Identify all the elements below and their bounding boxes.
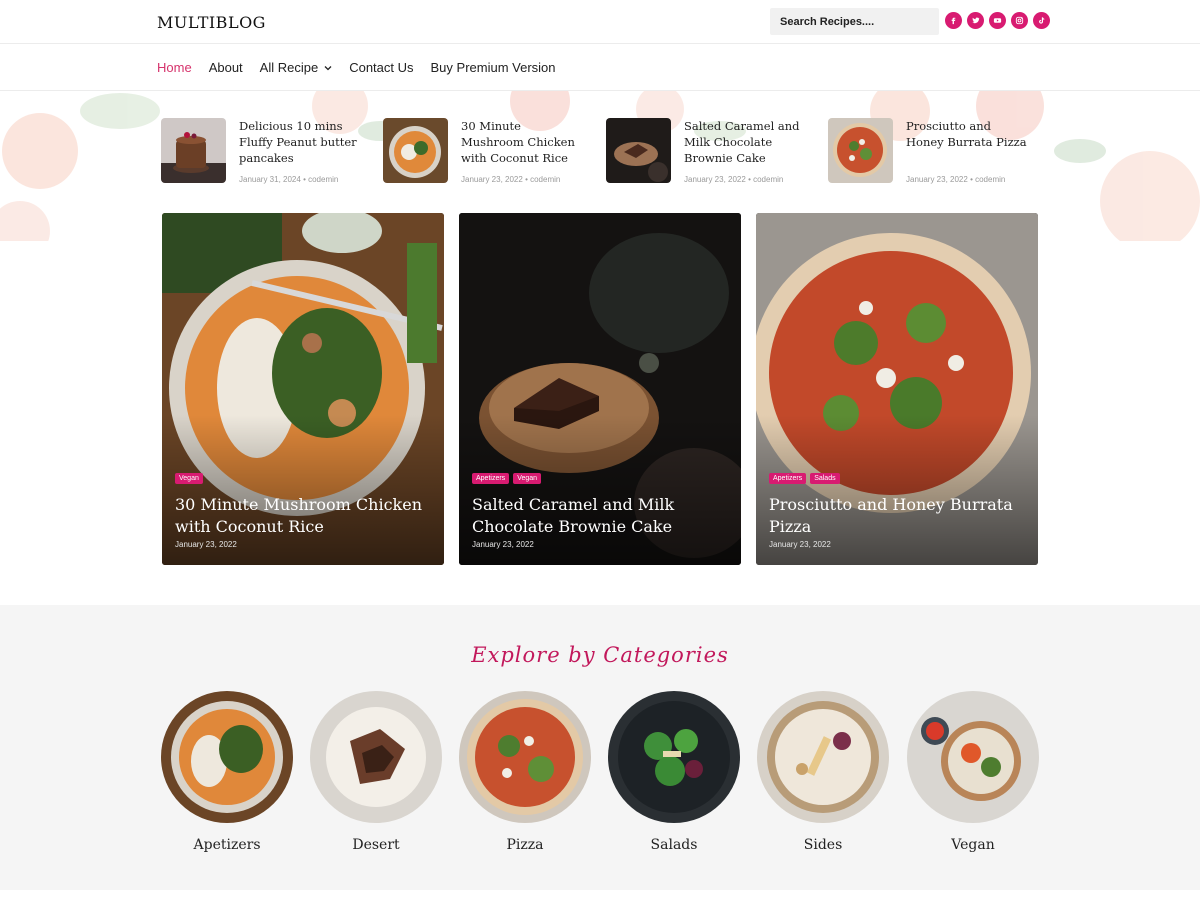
tag-badge[interactable]: Vegan	[513, 473, 542, 484]
post-meta: January 23, 2022 • codemin	[906, 175, 1005, 184]
post-thumbnail[interactable]	[383, 118, 448, 183]
post-author[interactable]: codemin	[753, 175, 783, 184]
card-title[interactable]: Salted Caramel and Milk Chocolate Browni…	[472, 494, 728, 538]
site-logo[interactable]: MULTIBLOG	[157, 13, 266, 32]
chevron-down-icon	[324, 65, 332, 70]
featured-card[interactable]: Apetizers Vegan Salted Caramel and Milk …	[459, 213, 741, 565]
post-author[interactable]: codemin	[530, 175, 560, 184]
post-title[interactable]: Salted Caramel and Milk Chocolate Browni…	[684, 118, 809, 166]
category-image[interactable]	[310, 691, 442, 823]
meta-separator: •	[525, 175, 528, 184]
post-meta: January 23, 2022 • codemin	[461, 175, 560, 184]
card-title[interactable]: 30 Minute Mushroom Chicken with Coconut …	[175, 494, 431, 538]
nav-contact-us[interactable]: Contact Us	[349, 60, 413, 75]
youtube-icon[interactable]	[989, 12, 1006, 29]
category-image[interactable]	[608, 691, 740, 823]
meta-separator: •	[748, 175, 751, 184]
category-image[interactable]	[161, 691, 293, 823]
recent-post[interactable]: Salted Caramel and Milk Chocolate Browni…	[606, 118, 816, 184]
category-label[interactable]: Apetizers	[161, 837, 293, 853]
tag-badge[interactable]: Apetizers	[472, 473, 510, 484]
category-item[interactable]: Pizza	[459, 691, 591, 853]
category-label[interactable]: Desert	[310, 837, 442, 853]
category-item[interactable]: Sides	[757, 691, 889, 853]
category-item[interactable]: Apetizers	[161, 691, 293, 853]
card-date: January 23, 2022	[769, 540, 831, 549]
nav-about[interactable]: About	[209, 60, 243, 75]
featured-card[interactable]: Apetizers Salads Prosciutto and Honey Bu…	[756, 213, 1038, 565]
recent-post[interactable]: Delicious 10 mins Fluffy Peanut butter p…	[161, 118, 371, 184]
main-nav: Home About All Recipe Contact Us Buy Pre…	[0, 44, 1200, 91]
categories-heading: Explore by Categories	[471, 643, 729, 667]
post-date: January 23, 2022	[461, 175, 523, 184]
nav-all-recipe[interactable]: All Recipe	[260, 60, 333, 75]
search-input[interactable]	[770, 8, 939, 35]
category-image[interactable]	[459, 691, 591, 823]
post-author[interactable]: codemin	[975, 175, 1005, 184]
post-date: January 23, 2022	[684, 175, 746, 184]
post-meta: January 23, 2022 • codemin	[684, 175, 783, 184]
recent-post[interactable]: Prosciutto and Honey Burrata Pizza Janua…	[828, 118, 1038, 184]
tag-badge[interactable]: Apetizers	[769, 473, 807, 484]
featured-card[interactable]: Vegan 30 Minute Mushroom Chicken with Co…	[162, 213, 444, 565]
nav-buy-premium[interactable]: Buy Premium Version	[431, 60, 556, 75]
twitter-icon[interactable]	[967, 12, 984, 29]
post-date: January 31, 2024	[239, 175, 301, 184]
category-label[interactable]: Salads	[608, 837, 740, 853]
nav-all-recipe-label: All Recipe	[259, 60, 319, 75]
recent-post[interactable]: 30 Minute Mushroom Chicken with Coconut …	[383, 118, 593, 184]
post-thumbnail[interactable]	[161, 118, 226, 183]
card-tags: Vegan	[175, 473, 203, 484]
category-item[interactable]: Desert	[310, 691, 442, 853]
category-label[interactable]: Pizza	[459, 837, 591, 853]
post-thumbnail[interactable]	[606, 118, 671, 183]
post-title[interactable]: Delicious 10 mins Fluffy Peanut butter p…	[239, 118, 364, 166]
card-title[interactable]: Prosciutto and Honey Burrata Pizza	[769, 494, 1025, 538]
social-links	[945, 12, 1050, 29]
meta-separator: •	[970, 175, 973, 184]
instagram-icon[interactable]	[1011, 12, 1028, 29]
category-image[interactable]	[757, 691, 889, 823]
tiktok-icon[interactable]	[1033, 12, 1050, 29]
card-date: January 23, 2022	[175, 540, 237, 549]
card-tags: Apetizers Vegan	[472, 473, 542, 484]
recent-posts-strip: Delicious 10 mins Fluffy Peanut butter p…	[161, 118, 1041, 188]
post-title[interactable]: Prosciutto and Honey Burrata Pizza	[906, 118, 1031, 150]
post-author[interactable]: codemin	[308, 175, 338, 184]
meta-separator: •	[303, 175, 306, 184]
card-date: January 23, 2022	[472, 540, 534, 549]
category-item[interactable]: Vegan	[907, 691, 1039, 853]
category-label[interactable]: Vegan	[907, 837, 1039, 853]
post-date: January 23, 2022	[906, 175, 968, 184]
top-header: MULTIBLOG	[0, 0, 1200, 44]
nav-home[interactable]: Home	[157, 60, 192, 75]
post-title[interactable]: 30 Minute Mushroom Chicken with Coconut …	[461, 118, 586, 166]
facebook-icon[interactable]	[945, 12, 962, 29]
category-label[interactable]: Sides	[757, 837, 889, 853]
categories-section: Explore by Categories Apetizers Desert P…	[0, 605, 1200, 890]
category-item[interactable]: Salads	[608, 691, 740, 853]
post-thumbnail[interactable]	[828, 118, 893, 183]
category-image[interactable]	[907, 691, 1039, 823]
card-tags: Apetizers Salads	[769, 473, 840, 484]
tag-badge[interactable]: Vegan	[175, 473, 203, 484]
tag-badge[interactable]: Salads	[810, 473, 840, 484]
post-meta: January 31, 2024 • codemin	[239, 175, 338, 184]
